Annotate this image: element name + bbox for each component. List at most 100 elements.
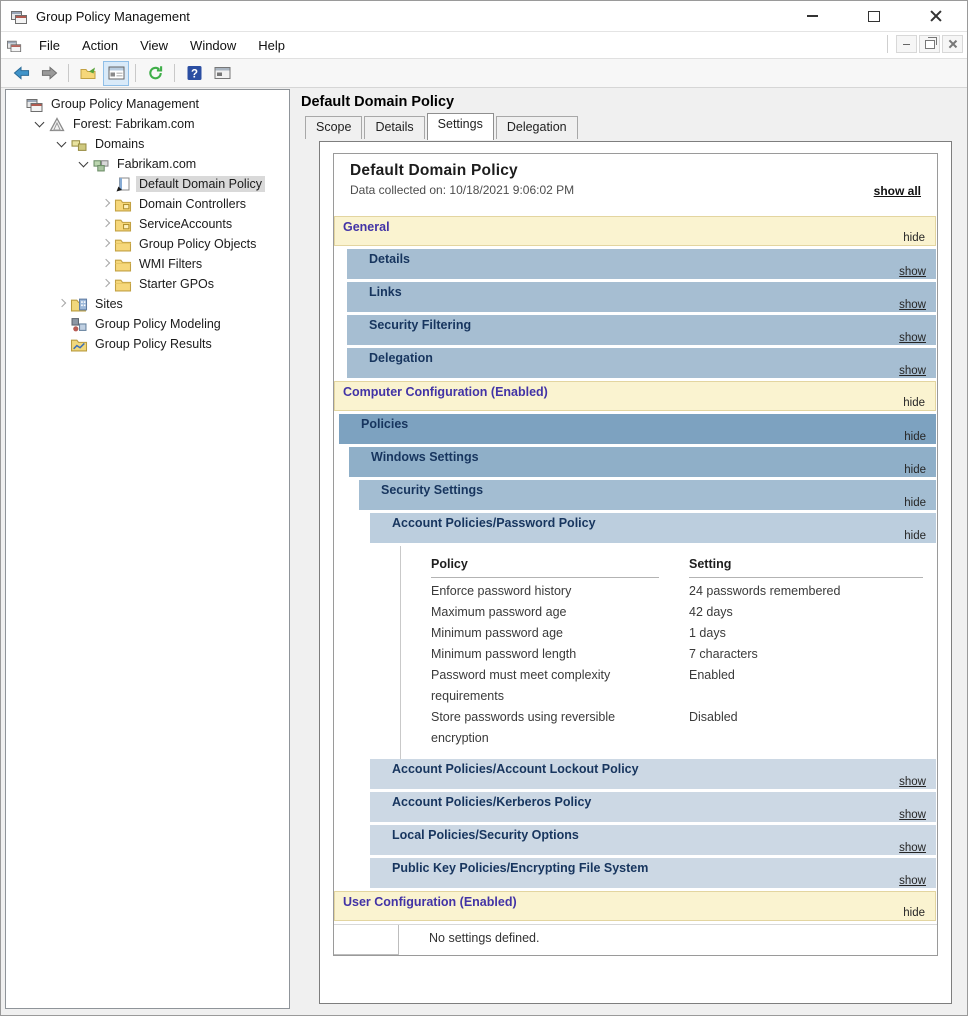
tree-item-label: Fabrikam.com xyxy=(114,156,199,172)
console-icon xyxy=(7,39,22,52)
tree-item-forest-fabrikam-com[interactable]: Forest: Fabrikam.com xyxy=(6,114,289,134)
menu-help[interactable]: Help xyxy=(247,34,296,57)
policy-name: Maximum password age xyxy=(431,602,659,623)
tree-item-label: ServiceAccounts xyxy=(136,216,235,232)
hide-link[interactable]: hide xyxy=(903,397,925,409)
policy-setting: Enabled xyxy=(689,665,923,707)
data-collected-text: Data collected on: 10/18/2021 9:06:02 PM xyxy=(350,183,680,198)
policy-setting: 24 passwords remembered xyxy=(689,581,923,602)
modeling-icon xyxy=(70,317,88,332)
refresh-button[interactable] xyxy=(142,61,168,86)
chevron-collapsed-icon[interactable] xyxy=(98,217,114,231)
help-icon: ? xyxy=(186,65,203,81)
tree-item-domain-controllers[interactable]: Domain Controllers xyxy=(6,194,289,214)
tree-item-default-domain-policy[interactable]: Default Domain Policy xyxy=(6,174,289,194)
tree-item-label: Default Domain Policy xyxy=(136,176,265,192)
section-links: Linksshow xyxy=(347,282,936,312)
show-link[interactable]: show xyxy=(899,365,926,377)
toolbar-separator xyxy=(68,64,69,82)
no-settings-text: No settings defined. xyxy=(399,925,540,955)
section-label: Account Policies/Password Policy xyxy=(392,516,596,530)
show-link[interactable]: show xyxy=(899,266,926,278)
hide-link[interactable]: hide xyxy=(904,464,926,476)
show-link[interactable]: show xyxy=(899,842,926,854)
window-controls xyxy=(781,1,967,31)
tree-item-group-policy-management[interactable]: Group Policy Management xyxy=(6,94,289,114)
chevron-collapsed-icon[interactable] xyxy=(54,297,70,311)
maximize-icon xyxy=(868,11,880,22)
chevron-collapsed-icon[interactable] xyxy=(98,237,114,251)
hide-link[interactable]: hide xyxy=(904,497,926,509)
show-all-link[interactable]: show all xyxy=(874,184,921,198)
no-chevron xyxy=(10,97,26,111)
section-account-policies-kerberos-policy: Account Policies/Kerberos Policyshow xyxy=(370,792,936,822)
tab-scope[interactable]: Scope xyxy=(305,116,362,139)
tab-details[interactable]: Details xyxy=(364,116,424,139)
chevron-collapsed-icon[interactable] xyxy=(98,277,114,291)
back-arrow-icon xyxy=(13,65,30,81)
hide-link[interactable]: hide xyxy=(903,907,925,919)
chevron-expanded-icon[interactable] xyxy=(32,117,48,131)
chevron-expanded-icon[interactable] xyxy=(76,157,92,171)
console-tree-pane: Group Policy Management Forest: Fabrikam.… xyxy=(5,89,290,1009)
minimize-button[interactable] xyxy=(781,1,843,31)
tree-item-group-policy-results[interactable]: Group Policy Results xyxy=(6,334,289,354)
policy-row: Maximum password age42 days xyxy=(431,602,937,623)
help-button[interactable]: ? xyxy=(181,61,207,86)
tree-item-fabrikam-com[interactable]: Fabrikam.com xyxy=(6,154,289,174)
hide-link[interactable]: hide xyxy=(904,530,926,542)
show-link[interactable]: show xyxy=(899,332,926,344)
forward-button[interactable] xyxy=(36,61,62,86)
section-delegation: Delegationshow xyxy=(347,348,936,378)
mdi-close-button[interactable] xyxy=(942,35,963,53)
close-button[interactable] xyxy=(905,1,967,31)
back-button[interactable] xyxy=(8,61,34,86)
menu-window[interactable]: Window xyxy=(179,34,247,57)
menu-file[interactable]: File xyxy=(28,34,71,57)
menu-view[interactable]: View xyxy=(129,34,179,57)
section-windows-settings: Windows Settingshide xyxy=(349,447,936,477)
policy-setting: Disabled xyxy=(689,707,923,749)
folder-icon xyxy=(114,237,132,252)
tree-item-sites[interactable]: Sites xyxy=(6,294,289,314)
settings-report-viewport[interactable]: Default Domain Policy Data collected on:… xyxy=(319,141,952,1004)
hide-link[interactable]: hide xyxy=(904,431,926,443)
tab-delegation[interactable]: Delegation xyxy=(496,116,578,139)
show-link[interactable]: show xyxy=(899,875,926,887)
policy-name: Store passwords using reversible encrypt… xyxy=(431,707,659,749)
tree-item-domains[interactable]: Domains xyxy=(6,134,289,154)
group-policy-management-window: Group Policy Management FileActionViewWi… xyxy=(0,0,968,1016)
close-icon xyxy=(930,10,942,22)
chevron-collapsed-icon[interactable] xyxy=(98,257,114,271)
tree-item-label: Domains xyxy=(92,136,147,152)
mdi-minimize-button[interactable] xyxy=(896,35,917,53)
show-link[interactable]: show xyxy=(899,299,926,311)
column-header: Setting xyxy=(689,554,923,578)
gpo-icon xyxy=(114,177,132,192)
menu-action[interactable]: Action xyxy=(71,34,129,57)
new-window-button[interactable] xyxy=(209,61,235,86)
tree-item-wmi-filters[interactable]: WMI Filters xyxy=(6,254,289,274)
main-area: Group Policy Management Forest: Fabrikam.… xyxy=(1,86,967,1015)
policy-name: Minimum password age xyxy=(431,623,659,644)
no-chevron xyxy=(54,317,70,331)
settings-report: Default Domain Policy Data collected on:… xyxy=(333,153,938,956)
tree-item-label: Group Policy Management xyxy=(48,96,202,112)
tree-item-group-policy-objects[interactable]: Group Policy Objects xyxy=(6,234,289,254)
mdi-restore-button[interactable] xyxy=(919,35,940,53)
maximize-button[interactable] xyxy=(843,1,905,31)
tab-settings[interactable]: Settings xyxy=(427,113,494,140)
export-folder-icon xyxy=(80,65,97,81)
chevron-expanded-icon[interactable] xyxy=(54,137,70,151)
tree-item-group-policy-modeling[interactable]: Group Policy Modeling xyxy=(6,314,289,334)
tree-item-starter-gpos[interactable]: Starter GPOs xyxy=(6,274,289,294)
hide-link[interactable]: hide xyxy=(903,232,925,244)
show-link[interactable]: show xyxy=(899,776,926,788)
chevron-collapsed-icon[interactable] xyxy=(98,197,114,211)
tree-item-serviceaccounts[interactable]: ServiceAccounts xyxy=(6,214,289,234)
mdi-restore-icon xyxy=(925,40,935,49)
policy-name: Enforce password history xyxy=(431,581,659,602)
export-button[interactable] xyxy=(75,61,101,86)
console-tree-toggle-button[interactable] xyxy=(103,61,129,86)
show-link[interactable]: show xyxy=(899,809,926,821)
